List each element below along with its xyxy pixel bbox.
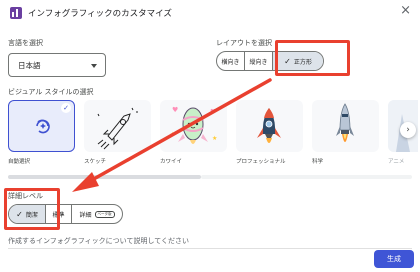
layout-option-landscape[interactable]: 横向き <box>217 52 245 70</box>
dialog-header: インフォグラフィックのカスタマイズ <box>10 5 172 21</box>
flat-rocket-icon <box>257 108 281 143</box>
language-select[interactable]: 日本語 <box>8 53 106 77</box>
detail-option-detailed[interactable]: 詳細 ベータ版 <box>72 205 122 223</box>
close-icon[interactable]: × <box>400 4 411 17</box>
annotation-box-layout <box>275 40 350 76</box>
style-card-caption: スケッチ <box>84 159 107 165</box>
style-card-science[interactable]: 科学 <box>312 100 379 170</box>
style-card-caption: 自動選択 <box>8 159 31 165</box>
svg-text:★: ★ <box>170 131 175 138</box>
layout-option-portrait[interactable]: 縦向き <box>245 52 273 70</box>
description-input-underline[interactable] <box>8 248 412 249</box>
layout-option-label: 横向き <box>221 58 240 66</box>
visual-style-label: ビジュアル スタイルの選択 <box>8 88 94 96</box>
dialog-title: インフォグラフィックのカスタマイズ <box>28 9 172 19</box>
style-card-caption: 科学 <box>312 159 324 165</box>
style-card-caption: アニメ <box>388 159 405 165</box>
layout-option-label: 縦向き <box>249 58 268 66</box>
layout-label: レイアウトを選択 <box>216 39 272 47</box>
style-card-kawaii[interactable]: ♥ ♥ ★ ★ カワイイ <box>160 100 227 170</box>
generate-button[interactable]: 生成 <box>374 250 414 268</box>
carousel-next-button[interactable]: › <box>400 122 416 138</box>
svg-text:♥: ♥ <box>210 108 216 116</box>
detail-option-label: 詳細 <box>79 211 92 219</box>
beta-badge: ベータ版 <box>94 210 115 218</box>
annotation-box-detail <box>4 188 60 230</box>
selected-check-icon: ✓ <box>61 103 71 113</box>
infographic-logo-icon <box>10 7 22 19</box>
carousel-scrollbar[interactable] <box>8 175 201 179</box>
description-label: 作成するインフォグラフィックについて説明してください <box>8 237 190 245</box>
style-card-professional[interactable]: プロフェッショナル <box>236 100 303 170</box>
sketch-rocket-icon <box>97 107 138 150</box>
chevron-down-icon <box>91 64 97 68</box>
scientific-rocket-icon <box>336 103 354 142</box>
kawaii-rocket-icon: ♥ ♥ ★ ★ <box>170 106 217 144</box>
language-label: 言語を選択 <box>8 39 43 47</box>
style-card-auto[interactable]: ✓ 自動選択 <box>8 100 75 170</box>
style-card-sketch[interactable]: スケッチ <box>84 100 151 170</box>
style-card-caption: プロフェッショナル <box>236 159 286 165</box>
svg-text:★: ★ <box>212 135 217 142</box>
style-card-caption: カワイイ <box>160 159 183 165</box>
language-value: 日本語 <box>18 60 41 70</box>
carousel-scroll-track <box>201 175 412 179</box>
svg-text:♥: ♥ <box>172 106 178 114</box>
style-card-list: ✓ 自動選択 スケッチ ♥ ♥ ★ ★ カワイイ プロフェッショナル 科学 アニ… <box>8 100 418 170</box>
